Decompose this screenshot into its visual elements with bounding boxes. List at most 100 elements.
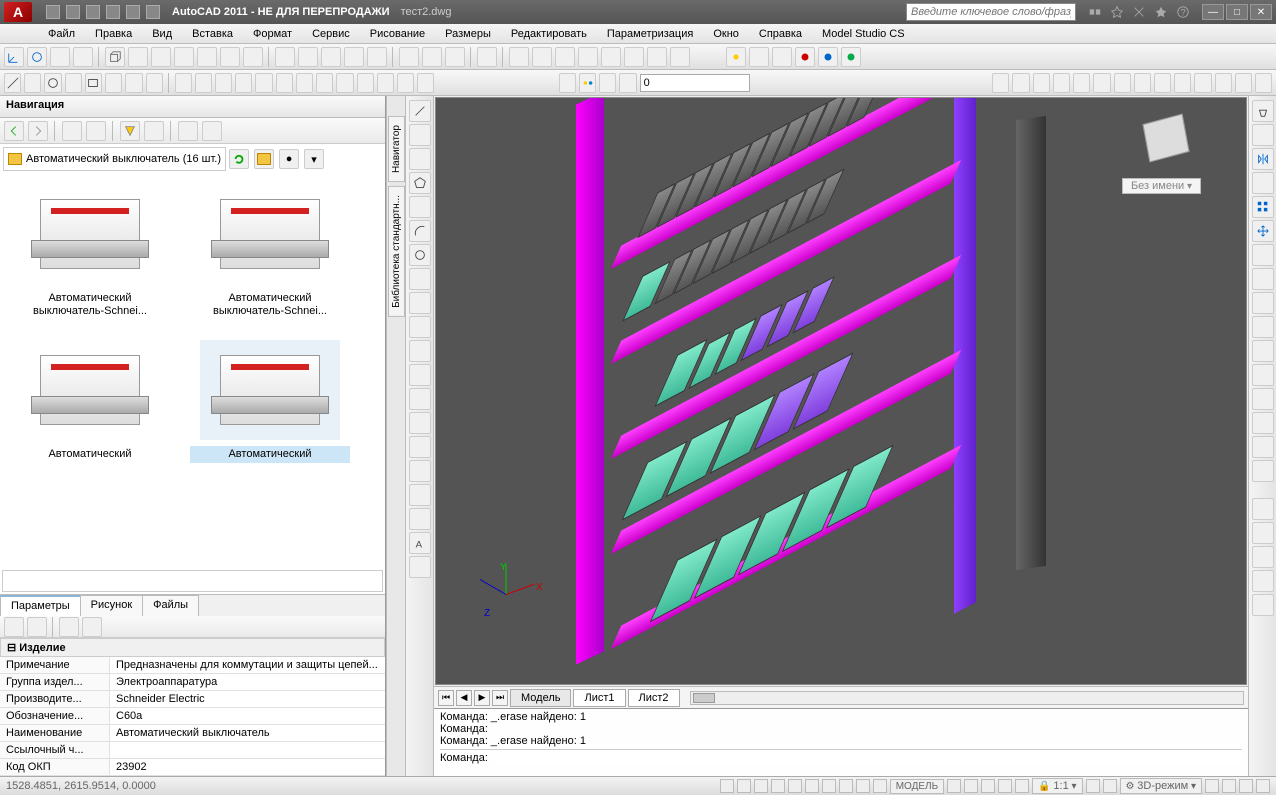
polygon-tool-icon[interactable]	[409, 172, 431, 194]
ms-tool-3-icon[interactable]	[1033, 73, 1050, 93]
stretch-icon[interactable]	[215, 73, 232, 93]
ucs-icon[interactable]	[4, 47, 24, 67]
menu-modelstudio[interactable]: Model Studio CS	[814, 26, 913, 42]
ellipse-tool-icon[interactable]	[409, 316, 431, 338]
tab-params[interactable]: Параметры	[0, 595, 81, 616]
ellipse-icon[interactable]	[105, 73, 122, 93]
light-sun-icon[interactable]	[726, 47, 746, 67]
ms-tool-10-icon[interactable]	[1174, 73, 1191, 93]
gallery-item[interactable]: Автоматический	[10, 340, 170, 463]
presspull-icon[interactable]	[298, 47, 318, 67]
snap-icon[interactable]	[720, 779, 734, 793]
nav-refresh-icon[interactable]	[202, 121, 222, 141]
osnap-icon[interactable]	[788, 779, 802, 793]
point-tool-icon[interactable]	[409, 412, 431, 434]
area-mod-icon[interactable]	[1252, 522, 1274, 544]
wedge-icon[interactable]	[128, 47, 148, 67]
close-button[interactable]: ✕	[1250, 4, 1272, 20]
h-scrollbar[interactable]	[690, 691, 1244, 705]
otrack-icon[interactable]	[805, 779, 819, 793]
qat-open-icon[interactable]	[66, 5, 80, 19]
scale-mod-icon[interactable]	[1252, 268, 1274, 290]
nav-dot-icon[interactable]: ●	[279, 149, 299, 169]
view-top-icon[interactable]	[509, 47, 529, 67]
menu-window[interactable]: Окно	[705, 26, 747, 42]
layer-props-icon[interactable]	[559, 73, 576, 93]
status-iso-icon[interactable]	[1239, 779, 1253, 793]
scale-icon[interactable]	[276, 73, 293, 93]
binoculars-icon[interactable]	[1088, 5, 1102, 19]
fillet-icon[interactable]	[336, 73, 353, 93]
props-row[interactable]: Обозначение...C60a	[0, 708, 385, 725]
status-clean-icon[interactable]	[1256, 779, 1270, 793]
cone-icon[interactable]	[151, 47, 171, 67]
revcloud-tool-icon[interactable]	[409, 268, 431, 290]
view-front-icon[interactable]	[532, 47, 552, 67]
ms-tool-13-icon[interactable]	[1235, 73, 1252, 93]
workspace-button[interactable]: ⚙ 3D-режим ▾	[1120, 778, 1202, 794]
tab-prev-icon[interactable]: ◀	[456, 690, 472, 706]
light-spot-icon[interactable]	[772, 47, 792, 67]
exchange-icon[interactable]	[1132, 5, 1146, 19]
light-point-icon[interactable]	[749, 47, 769, 67]
command-input[interactable]	[491, 752, 1242, 764]
offset-mod-icon[interactable]	[1252, 172, 1274, 194]
insert-tool-icon[interactable]	[409, 364, 431, 386]
view-right-icon[interactable]	[578, 47, 598, 67]
offset-icon[interactable]	[377, 73, 394, 93]
rectangle-icon[interactable]	[85, 73, 102, 93]
union-icon[interactable]	[399, 47, 419, 67]
copy-icon[interactable]	[195, 73, 212, 93]
menu-tools[interactable]: Сервис	[304, 26, 358, 42]
torus-icon[interactable]	[220, 47, 240, 67]
qat-redo-icon[interactable]	[126, 5, 140, 19]
render-icon[interactable]	[477, 47, 497, 67]
props-filter-icon[interactable]	[82, 617, 102, 637]
layer-state-icon[interactable]	[579, 73, 596, 93]
qp-icon[interactable]	[873, 779, 887, 793]
nav-find2-icon[interactable]	[144, 121, 164, 141]
minimize-button[interactable]: —	[1202, 4, 1224, 20]
menu-draw[interactable]: Рисование	[362, 26, 433, 42]
copy-mod-icon[interactable]	[1252, 124, 1274, 146]
props-edit-icon[interactable]	[59, 617, 79, 637]
menu-view[interactable]: Вид	[144, 26, 180, 42]
anno-scale-button[interactable]: 🔒 1:1 ▾	[1032, 778, 1082, 794]
viewcube[interactable]	[1136, 108, 1196, 168]
nav-find-icon[interactable]	[120, 121, 140, 141]
status-hw-icon[interactable]	[1222, 779, 1236, 793]
circle-icon[interactable]	[44, 73, 61, 93]
visualstyle-label[interactable]: Без имени ▾	[1122, 178, 1201, 194]
layer-select[interactable]	[640, 74, 750, 92]
props-row[interactable]: Код ОКП23902	[0, 759, 385, 776]
view-iso3-icon[interactable]	[647, 47, 667, 67]
menu-dimension[interactable]: Размеры	[437, 26, 499, 42]
help-search[interactable]	[906, 3, 1076, 21]
status-pan-icon[interactable]	[998, 779, 1012, 793]
props-cat-icon[interactable]	[4, 617, 24, 637]
gallery-item[interactable]: Автоматический	[190, 340, 350, 463]
line-tool-icon[interactable]	[409, 100, 431, 122]
nav-back-icon[interactable]	[4, 121, 24, 141]
loft-icon[interactable]	[367, 47, 387, 67]
extend-icon[interactable]	[316, 73, 333, 93]
move-icon[interactable]	[175, 73, 192, 93]
nav-newfolder-icon[interactable]	[254, 149, 274, 169]
ms-tool-12-icon[interactable]	[1215, 73, 1232, 93]
ms-tool-11-icon[interactable]	[1194, 73, 1211, 93]
ortho-icon[interactable]	[754, 779, 768, 793]
menu-help[interactable]: Справка	[751, 26, 810, 42]
props-row[interactable]: Группа издел...Электроаппаратура	[0, 674, 385, 691]
layer-freeze-icon[interactable]	[599, 73, 616, 93]
xline-tool-icon[interactable]	[409, 124, 431, 146]
ms-tool-1-icon[interactable]	[992, 73, 1009, 93]
ucs-face-icon[interactable]	[73, 47, 93, 67]
erase-mod-icon[interactable]	[1252, 100, 1274, 122]
trim-mod-icon[interactable]	[1252, 316, 1274, 338]
mirror-mod-icon[interactable]	[1252, 148, 1274, 170]
box-icon[interactable]	[105, 47, 125, 67]
rotate-icon[interactable]	[235, 73, 252, 93]
tab-model[interactable]: Модель	[510, 689, 571, 707]
nav-path[interactable]: Автоматический выключатель (16 шт.)	[3, 147, 226, 171]
rect-tool-icon[interactable]	[409, 196, 431, 218]
